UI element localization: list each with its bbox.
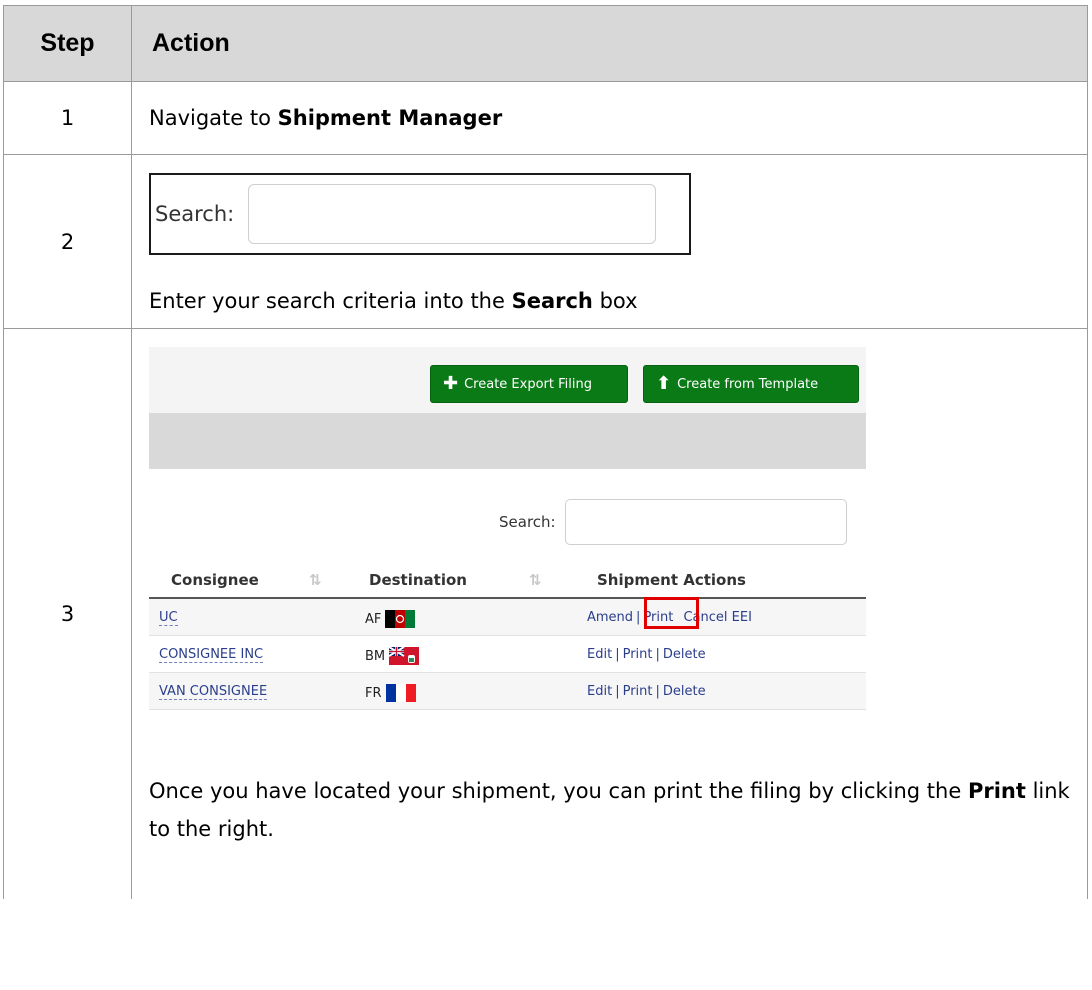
table-search-label: Search: bbox=[499, 513, 556, 531]
step-row-2: 2 Search: Enter your search criteria int… bbox=[3, 154, 1088, 329]
shipment-actions: Edit | Print | Delete bbox=[587, 647, 706, 662]
action-header: Action bbox=[131, 5, 1088, 82]
destination-cell: AF bbox=[365, 610, 416, 628]
filter-band bbox=[149, 413, 866, 469]
table-search: Search: bbox=[499, 499, 847, 545]
step-header: Step bbox=[3, 5, 132, 82]
plus-icon: ✚ bbox=[443, 373, 459, 394]
print-link[interactable]: Print bbox=[623, 684, 653, 699]
shipment-actions: Edit | Print | Delete bbox=[587, 684, 706, 699]
sort-icon[interactable]: ⇅ bbox=[309, 571, 322, 589]
edit-link[interactable]: Edit bbox=[587, 647, 612, 662]
table-header: Consignee ⇅ Destination ⇅ Shipment Actio… bbox=[149, 555, 866, 599]
column-shipment-actions: Shipment Actions bbox=[597, 571, 746, 589]
france-flag-icon bbox=[385, 684, 416, 702]
consignee-link[interactable]: UC bbox=[159, 610, 178, 626]
consignee-link[interactable]: VAN CONSIGNEE bbox=[159, 684, 268, 700]
destination-cell: BM bbox=[365, 647, 420, 665]
destination-cell: FR bbox=[365, 684, 416, 702]
create-export-filing-button[interactable]: ✚ Create Export Filing bbox=[430, 365, 628, 403]
search-label: Search: bbox=[155, 202, 235, 226]
create-from-template-button[interactable]: ⬆ Create from Template bbox=[643, 365, 859, 403]
consignee-link[interactable]: CONSIGNEE INC bbox=[159, 647, 264, 663]
amend-link[interactable]: Amend bbox=[587, 610, 633, 625]
shipments-table: Consignee ⇅ Destination ⇅ Shipment Actio… bbox=[149, 555, 866, 710]
afghanistan-flag-icon bbox=[385, 610, 416, 628]
step-instruction: Enter your search criteria into the Sear… bbox=[149, 289, 638, 313]
sort-icon[interactable]: ⇅ bbox=[529, 571, 542, 589]
table-row: VAN CONSIGNEE FR Edit | Print | Delete bbox=[149, 673, 866, 710]
delete-link[interactable]: Delete bbox=[663, 684, 706, 699]
table-search-input[interactable] bbox=[564, 499, 847, 545]
delete-link[interactable]: Delete bbox=[663, 647, 706, 662]
edit-link[interactable]: Edit bbox=[587, 684, 612, 699]
step-number: 1 bbox=[3, 81, 132, 155]
table-row: CONSIGNEE INC BM Edit | Print | Delete bbox=[149, 636, 866, 673]
step-number: 2 bbox=[3, 154, 132, 329]
search-input[interactable] bbox=[248, 184, 657, 244]
bermuda-flag-icon bbox=[389, 647, 420, 665]
print-highlight bbox=[644, 597, 699, 629]
step-number: 3 bbox=[3, 328, 132, 899]
step-instruction: Navigate to Shipment Manager bbox=[131, 81, 1088, 155]
step-row-3: 3 ✚ Create Export Filing ⬆ Create from T… bbox=[3, 328, 1088, 899]
column-destination[interactable]: Destination bbox=[369, 571, 467, 589]
search-screenshot: Search: bbox=[149, 173, 691, 255]
column-consignee[interactable]: Consignee bbox=[171, 571, 259, 589]
table-row: UC AF Amend | Print Cancel EEI bbox=[149, 597, 866, 636]
upload-icon: ⬆ bbox=[656, 373, 672, 394]
print-link[interactable]: Print bbox=[623, 647, 653, 662]
shipment-manager-screenshot: ✚ Create Export Filing ⬆ Create from Tem… bbox=[149, 347, 866, 752]
toolbar: ✚ Create Export Filing ⬆ Create from Tem… bbox=[149, 347, 866, 413]
step-instruction: Once you have located your shipment, you… bbox=[149, 779, 1070, 841]
procedure-table: Step Action 1 Navigate to Shipment Manag… bbox=[3, 5, 1088, 899]
step-row-1: 1 Navigate to Shipment Manager bbox=[3, 81, 1088, 155]
